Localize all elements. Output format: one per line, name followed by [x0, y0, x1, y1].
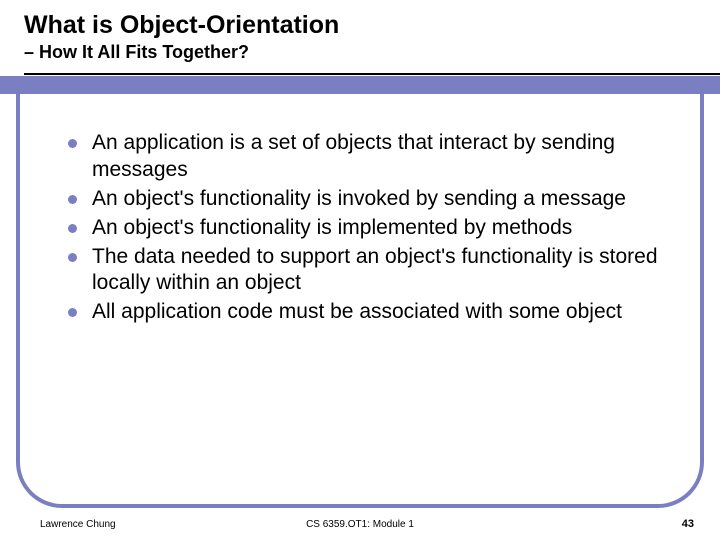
footer-course: CS 6359.OT1: Module 1 — [306, 519, 414, 530]
list-item: An object's functionality is invoked by … — [68, 186, 664, 213]
list-item: An object's functionality is implemented… — [68, 215, 664, 242]
slide-subtitle: – How It All Fits Together? — [24, 42, 720, 63]
content-frame: An application is a set of objects that … — [16, 94, 704, 508]
slide-footer: Lawrence Chung CS 6359.OT1: Module 1 43 — [0, 518, 720, 530]
accent-band — [0, 76, 720, 94]
bullet-list: An application is a set of objects that … — [68, 130, 664, 326]
list-item: The data needed to support an object's f… — [68, 244, 664, 298]
divider-line — [24, 73, 720, 75]
footer-author: Lawrence Chung — [40, 519, 116, 530]
list-item: An application is a set of objects that … — [68, 130, 664, 184]
footer-page-number: 43 — [682, 518, 694, 530]
slide-title: What is Object-Orientation — [24, 10, 720, 40]
content-area: An application is a set of objects that … — [20, 94, 700, 338]
slide: What is Object-Orientation – How It All … — [0, 0, 720, 540]
list-item: All application code must be associated … — [68, 299, 664, 326]
slide-header: What is Object-Orientation – How It All … — [0, 0, 720, 63]
